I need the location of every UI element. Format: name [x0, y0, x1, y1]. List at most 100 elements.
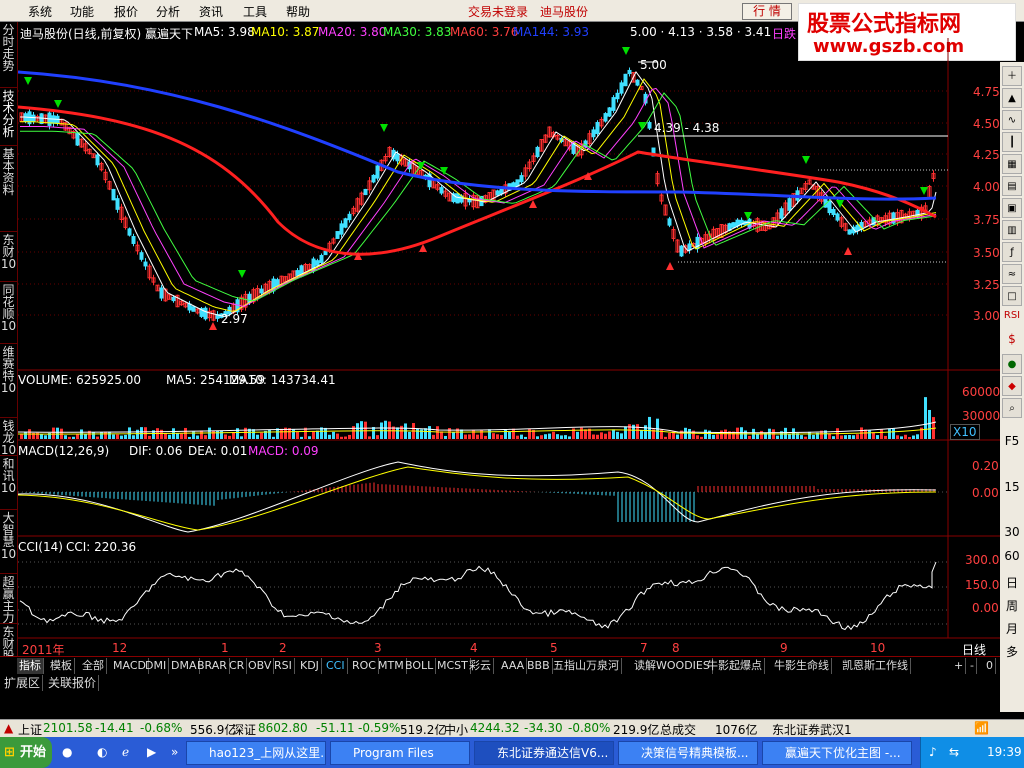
tab-template[interactable]: 模板 [48, 658, 75, 674]
tab-woodies[interactable]: 读解WOODIES [632, 658, 713, 674]
volume-bar [668, 432, 671, 439]
volume-bar [560, 435, 563, 439]
tab-kdj[interactable]: KDJ [298, 658, 322, 674]
period-30-button[interactable]: 30 [1002, 525, 1022, 539]
left-tab-technical[interactable]: 技术分析 [0, 90, 17, 146]
ie-icon[interactable]: ℯ [122, 745, 129, 759]
volume-bar [204, 435, 207, 439]
menu-tools[interactable]: 工具 [243, 3, 267, 20]
monitor-icon[interactable]: ▣ [1002, 198, 1022, 218]
taskbar-item-yingbian[interactable]: 赢遍天下优化主图 -... [762, 741, 912, 765]
zoom-in-icon[interactable]: ＋ [1002, 66, 1022, 86]
menu-analysis[interactable]: 分析 [156, 3, 180, 20]
function-icon[interactable]: ƒ [1002, 242, 1022, 262]
period-15-button[interactable]: 15 [1002, 480, 1022, 494]
tab-related-quote[interactable]: 关联报价 [46, 675, 100, 691]
candle-body [831, 208, 836, 216]
grid-icon[interactable]: ▦ [1002, 154, 1022, 174]
f5-button[interactable]: F5 [1002, 434, 1022, 448]
sound-icon[interactable]: ♪ [929, 745, 937, 759]
zoom-plus-button[interactable]: + [952, 658, 967, 674]
chart-area[interactable]: 迪马股份(日线,前复权) 赢遍天下 MA5: 3.98 MA10: 3.87 M… [18, 22, 1000, 660]
price-tick: 3.75 [973, 213, 1000, 227]
tab-cr[interactable]: CR [227, 658, 248, 674]
left-tab-guba[interactable]: 东财股吧 [0, 626, 17, 674]
menu-help[interactable]: 帮助 [286, 3, 310, 20]
line-chart-icon[interactable]: ∿ [1002, 110, 1022, 130]
more-icon[interactable]: » [171, 745, 178, 759]
period-day-button[interactable]: 日 [1002, 574, 1022, 591]
left-tab-fundamentals[interactable]: 基本资料 [0, 148, 17, 232]
tab-brar[interactable]: BRAR [195, 658, 230, 674]
ma5-label: MA5: 3.98 [194, 25, 255, 39]
zoom-reset-button[interactable]: 0 [984, 658, 996, 674]
cci-tick: 0.00 [972, 601, 999, 615]
left-tab-dongcai[interactable]: 东财10 [0, 234, 17, 282]
search-icon[interactable]: ⌕ [1002, 398, 1022, 418]
taskbar-item-tongdaxin[interactable]: 东北证券通达信V6... [474, 741, 614, 765]
tab-roc[interactable]: ROC [350, 658, 379, 674]
tab-niuying-qibao[interactable]: 牛影起爆点 [705, 658, 765, 674]
chart-canvas[interactable] [18, 22, 1000, 660]
menu-info[interactable]: 资讯 [199, 3, 223, 20]
period-week-button[interactable]: 周 [1002, 597, 1022, 614]
left-tab-qianlong[interactable]: 钱龙10 [0, 420, 17, 456]
left-tab-tonghuashun[interactable]: 同花顺10 [0, 284, 17, 344]
window-icon[interactable]: □ [1002, 286, 1022, 306]
tab-obv[interactable]: OBV [246, 658, 275, 674]
tab-extension-area[interactable]: 扩展区 [2, 675, 44, 691]
quicklaunch-icon[interactable]: ● [62, 745, 72, 759]
alert-icon[interactable]: ◆ [1002, 376, 1022, 396]
tab-keynes[interactable]: 凯恩斯工作线 [840, 658, 911, 674]
period-multi-button[interactable]: 多 [1002, 643, 1022, 660]
sh-amount: 556.9亿 [190, 723, 237, 737]
arrow-up-icon[interactable]: ▲ [1002, 88, 1022, 108]
zx-amount: 219.9亿 [613, 723, 660, 737]
menu-function[interactable]: 功能 [70, 3, 94, 20]
tab-niuying-shengming[interactable]: 牛影生命线 [772, 658, 832, 674]
tab-caiyun[interactable]: 彩云 [467, 658, 494, 674]
market-quote-button[interactable]: 行 情 [742, 3, 792, 20]
menu-system[interactable]: 系统 [28, 3, 52, 20]
zoom-minus-button[interactable]: - [968, 658, 977, 674]
high-price-label: 5.00 [640, 58, 667, 72]
left-tab-weisaite[interactable]: 维赛特10 [0, 346, 17, 418]
taskbar-item-program-files[interactable]: Program Files [330, 741, 470, 765]
volume-bar [620, 433, 623, 439]
tab-indicator[interactable]: 指标 [17, 658, 44, 674]
qq-icon[interactable]: ◐ [97, 745, 107, 759]
taskbar-item-decision[interactable]: 决策信号精典模板... [618, 741, 758, 765]
tab-aaa[interactable]: AAA [499, 658, 528, 674]
left-tab-hexun[interactable]: 和讯10 [0, 458, 17, 510]
wave-icon[interactable]: ≈ [1002, 264, 1022, 284]
period-60-button[interactable]: 60 [1002, 549, 1022, 563]
taskbar-item-hao123[interactable]: hao123_上网从这里... [186, 741, 326, 765]
dollar-button[interactable]: $ [1002, 332, 1022, 346]
period-month-button[interactable]: 月 [1002, 620, 1022, 637]
menu-quote[interactable]: 报价 [114, 3, 138, 20]
start-button[interactable]: ⊞ 开始 [0, 737, 52, 768]
volume-bar [832, 436, 835, 439]
tab-boll[interactable]: BOLL [403, 658, 437, 674]
tab-mcst[interactable]: MCST [435, 658, 471, 674]
login-status[interactable]: 交易未登录 [468, 3, 528, 20]
network-icon[interactable]: ⇆ [949, 745, 959, 759]
tab-bbb[interactable]: BBB [525, 658, 553, 674]
tab-all[interactable]: 全部 [80, 658, 107, 674]
volume-bar [576, 431, 579, 439]
bars-icon[interactable]: ▥ [1002, 220, 1022, 240]
volume-bar [884, 435, 887, 439]
tab-cci[interactable]: CCI [324, 658, 348, 674]
rsi-button[interactable]: RSI [1002, 310, 1022, 321]
volume-bar [808, 431, 811, 439]
book-icon[interactable]: ▤ [1002, 176, 1022, 196]
tab-dmi[interactable]: DMI [143, 658, 170, 674]
tab-wuzhishan[interactable]: 五指山万泉河 [551, 658, 622, 674]
tab-rsi[interactable]: RSI [272, 658, 295, 674]
stock-icon[interactable]: ● [1002, 354, 1022, 374]
left-tab-dazhihui[interactable]: 大智慧10 [0, 512, 17, 574]
kline-icon[interactable]: ┃ [1002, 132, 1022, 152]
left-tab-intraday[interactable]: 分时走势 [0, 24, 17, 88]
media-icon[interactable]: ▶ [147, 745, 156, 759]
left-tab-chaoying[interactable]: 超赢主力 [0, 576, 17, 624]
